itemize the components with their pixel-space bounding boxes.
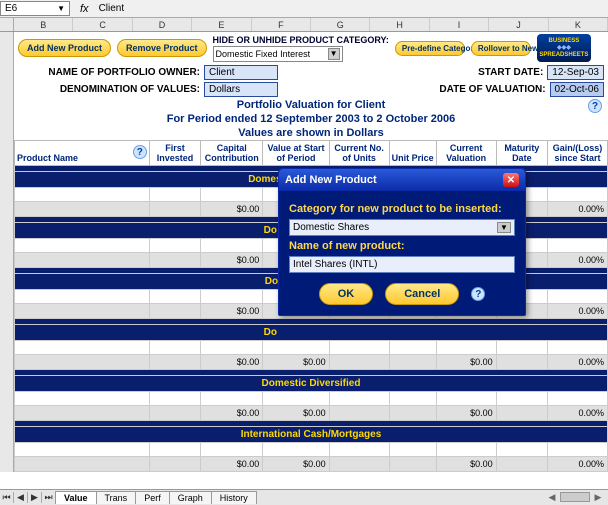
th-gain-loss: Gain/(Loss) since Start (548, 141, 608, 166)
table-row[interactable] (15, 443, 608, 457)
col-H[interactable]: H (370, 18, 429, 31)
table-row[interactable] (15, 341, 608, 355)
scroll-left-icon[interactable]: ◀ (546, 492, 558, 503)
th-unit-price: Unit Price (389, 141, 436, 166)
row-headers (0, 32, 14, 472)
tab-history[interactable]: History (211, 491, 257, 504)
tab-nav-next-icon[interactable]: ▶ (28, 492, 42, 503)
dialog-category-label: Category for new product to be inserted: (289, 203, 515, 215)
help-icon[interactable]: ? (471, 287, 485, 301)
dialog-category-select[interactable]: Domestic Shares ▼ (289, 219, 515, 236)
th-capital: Capital Contribution (201, 141, 263, 166)
th-current-val: Current Valuation (436, 141, 496, 166)
chevron-down-icon[interactable]: ▼ (497, 222, 511, 233)
sheet-tabs: ⏮ ◀ ▶ ⏭ Value Trans Perf Graph History ◀… (0, 489, 608, 505)
tab-nav-first-icon[interactable]: ⏮ (0, 492, 14, 503)
formula-bar: E6 ▼ fx Client (0, 0, 608, 18)
valuation-date-label: DATE OF VALUATION: (439, 84, 549, 95)
report-currency: Values are shown in Dollars (14, 126, 608, 140)
tab-trans[interactable]: Trans (96, 491, 137, 504)
col-J[interactable]: J (489, 18, 548, 31)
th-units: Current No. of Units (329, 141, 389, 166)
th-value-start: Value at Start of Period (263, 141, 329, 166)
subtotal-row: $0.00$0.00$0.000.00% (15, 355, 608, 370)
tab-value[interactable]: Value (55, 491, 97, 504)
add-product-dialog: Add New Product ✕ Category for new produ… (278, 168, 526, 316)
start-date-label: START DATE: (478, 67, 547, 78)
owner-label: NAME OF PORTFOLIO OWNER: (18, 67, 204, 78)
denom-label: DENOMINATION OF VALUES: (18, 84, 204, 95)
th-maturity: Maturity Date (496, 141, 547, 166)
name-box[interactable]: E6 ▼ (0, 1, 70, 16)
col-I[interactable]: I (430, 18, 489, 31)
col-E[interactable]: E (192, 18, 251, 31)
col-F[interactable]: F (252, 18, 311, 31)
dialog-name-label: Name of new product: (289, 240, 515, 252)
cat-hidden-3: Do (15, 325, 608, 341)
column-headers: B C D E F G H I J K (0, 18, 608, 32)
tab-graph[interactable]: Graph (169, 491, 212, 504)
cell-reference: E6 (5, 3, 17, 14)
add-new-product-button[interactable]: Add New Product (18, 39, 111, 57)
tab-nav-prev-icon[interactable]: ◀ (14, 492, 28, 503)
scroll-thumb[interactable] (560, 492, 590, 502)
col-D[interactable]: D (133, 18, 192, 31)
subtotal-row: $0.00$0.00$0.000.00% (15, 406, 608, 421)
col-G[interactable]: G (311, 18, 370, 31)
dialog-title: Add New Product (285, 174, 377, 186)
table-row[interactable] (15, 392, 608, 406)
help-icon[interactable]: ? (133, 145, 147, 159)
category-dropdown[interactable]: Domestic Fixed Interest ▼ (213, 46, 343, 62)
dropdown-icon[interactable]: ▼ (57, 4, 65, 13)
dialog-name-input[interactable] (289, 256, 515, 273)
rollover-button[interactable]: Rollover to New Period (471, 41, 531, 56)
col-C[interactable]: C (73, 18, 132, 31)
cat-domestic-diversified: Domestic Diversified (15, 376, 608, 392)
help-icon[interactable]: ? (588, 99, 602, 113)
tab-nav-last-icon[interactable]: ⏭ (42, 492, 56, 503)
close-icon[interactable]: ✕ (503, 173, 519, 187)
valuation-date-input[interactable]: 02-Oct-06 (550, 82, 604, 97)
predefine-titles-button[interactable]: Pre-define Category Titles (395, 41, 465, 56)
dialog-category-value: Domestic Shares (293, 222, 369, 233)
th-first-invested: First Invested (149, 141, 200, 166)
th-product-name: Product Name ? (15, 141, 150, 166)
subtotal-row: $0.00$0.00$0.000.00% (15, 457, 608, 472)
col-K[interactable]: K (549, 18, 608, 31)
owner-input[interactable]: Client (204, 65, 278, 80)
main-toolbar: Add New Product Remove Product HIDE OR U… (14, 32, 608, 64)
report-title: Portfolio Valuation for Client (14, 98, 608, 112)
dropdown-icon[interactable]: ▼ (328, 48, 340, 60)
business-spreadsheets-logo: BUSINESS ◆◆◆ SPREADSHEETS (537, 34, 591, 62)
ok-button[interactable]: OK (319, 283, 374, 305)
cancel-button[interactable]: Cancel (385, 283, 459, 305)
col-B[interactable]: B (14, 18, 73, 31)
fx-icon[interactable]: fx (70, 3, 99, 15)
cat-intl-cash: International Cash/Mortgages (15, 427, 608, 443)
remove-product-button[interactable]: Remove Product (117, 39, 207, 57)
hide-category-label: HIDE OR UNHIDE PRODUCT CATEGORY: (213, 35, 389, 45)
tab-perf[interactable]: Perf (135, 491, 170, 504)
formula-value[interactable]: Client (99, 3, 125, 14)
report-period: For Period ended 12 September 2003 to 2 … (14, 112, 608, 126)
scroll-right-icon[interactable]: ▶ (592, 492, 604, 503)
start-date-input[interactable]: 12-Sep-03 (547, 65, 604, 80)
category-dropdown-value: Domestic Fixed Interest (216, 49, 311, 59)
denom-input[interactable]: Dollars (204, 82, 278, 97)
